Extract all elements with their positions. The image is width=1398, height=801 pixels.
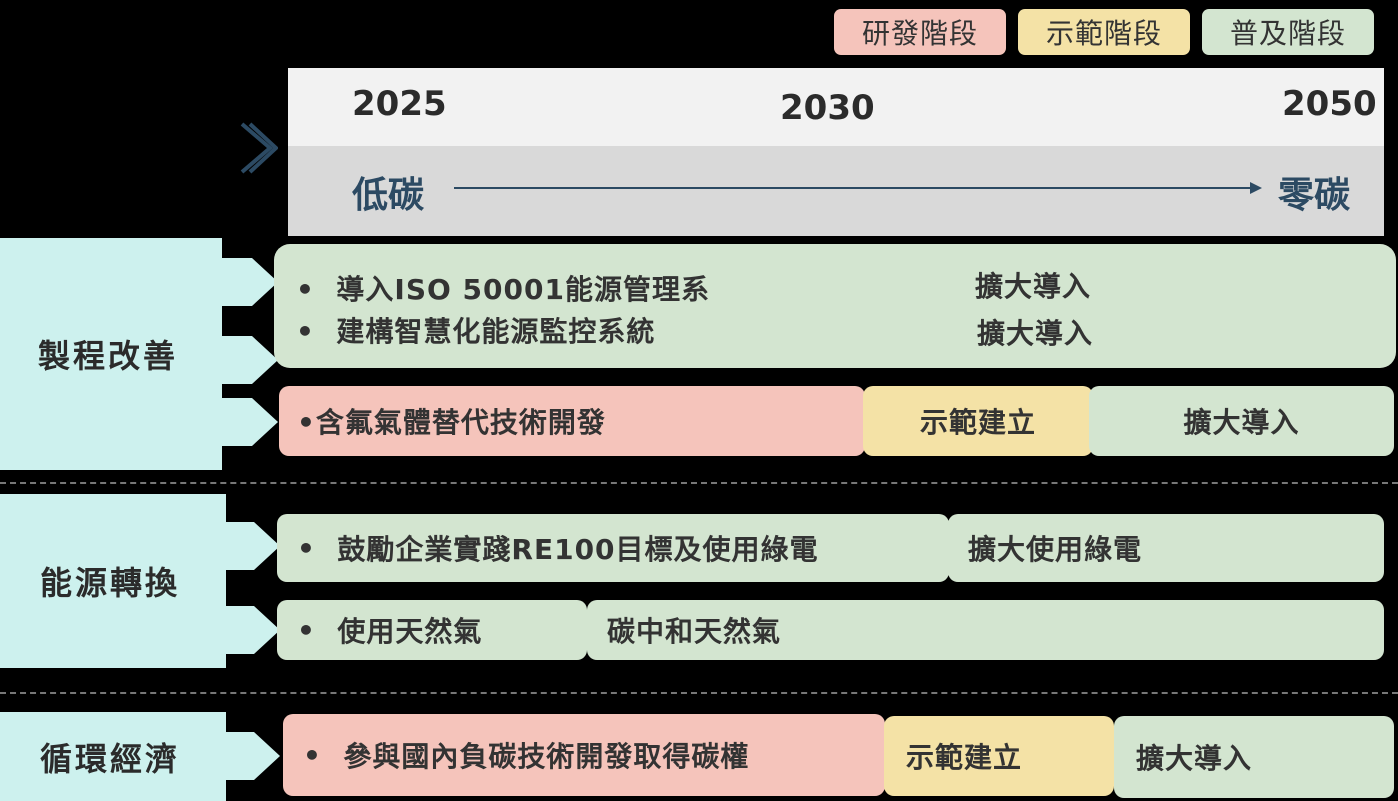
process-item-smart-monitoring-next: 擴大導入	[977, 317, 1094, 350]
process-fluorine-demo-bar: 示範建立	[863, 386, 1093, 456]
legend-popularize: 普及階段	[1202, 9, 1374, 55]
process-fluorine-research-bar: •含氟氣體替代技術開發	[279, 386, 865, 456]
process-fluorine-expand-bar: 擴大導入	[1089, 386, 1394, 456]
category-energy-connectors	[224, 522, 280, 654]
year-2030: 2030	[780, 88, 875, 128]
category-circular-connector	[224, 732, 280, 780]
energy-carbon-neutral-gas-bar: 碳中和天然氣	[587, 600, 1384, 660]
section-divider-1	[0, 482, 1398, 484]
category-energy-transition: 能源轉換	[0, 494, 226, 668]
process-item-iso50001-next: 擴大導入	[975, 270, 1092, 303]
energy-green-power-bar: 擴大使用綠電	[948, 514, 1384, 582]
circular-expand-bar: 擴大導入	[1114, 716, 1394, 798]
circular-demo-bar: 示範建立	[884, 716, 1114, 796]
section-divider-2	[0, 692, 1398, 694]
category-process-connectors	[222, 258, 278, 446]
zero-carbon-label: 零碳	[1278, 175, 1351, 216]
timeline-arrow-icon	[454, 182, 1262, 194]
energy-re100-bar: • 鼓勵企業實踐RE100目標及使用綠電	[277, 514, 949, 582]
chevron-right-icon	[240, 122, 278, 174]
year-2025: 2025	[352, 84, 447, 124]
category-circular-economy: 循環經濟	[0, 712, 226, 801]
year-2050: 2050	[1282, 84, 1377, 124]
process-item-iso50001: • 導入ISO 50001能源管理系	[296, 273, 710, 306]
legend-demo: 示範階段	[1018, 9, 1190, 55]
energy-natural-gas-bar: • 使用天然氣	[277, 600, 587, 660]
category-process-improvement: 製程改善	[0, 238, 222, 470]
process-item-smart-monitoring: • 建構智慧化能源監控系統	[296, 315, 656, 348]
legend-research: 研發階段	[834, 9, 1006, 55]
circular-carbon-credit-research-bar: • 參與國內負碳技術開發取得碳權	[283, 714, 885, 796]
low-carbon-label: 低碳	[352, 175, 425, 216]
